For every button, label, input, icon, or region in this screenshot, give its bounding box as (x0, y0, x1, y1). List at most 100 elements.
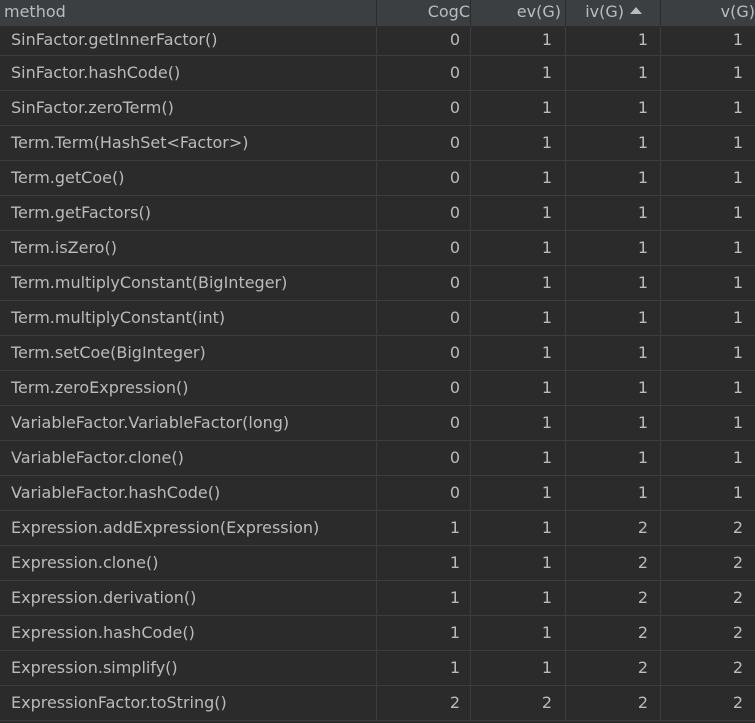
cell-v: 1 (732, 343, 743, 362)
cell-ev: 1 (471, 231, 566, 265)
column-header-v[interactable]: v(G) (661, 0, 755, 26)
cell-cogc: 1 (377, 546, 471, 580)
cell-method: Term.multiplyConstant(int) (0, 301, 377, 335)
cell-v: 2 (732, 588, 743, 607)
cell-v: 1 (732, 133, 743, 152)
cell-cogc: 0 (377, 266, 471, 300)
table-row[interactable]: Term.isZero() 0 1 1 1 (0, 231, 755, 266)
cell-method: Term.multiplyConstant(BigInteger) (0, 266, 377, 300)
table-row[interactable]: Expression.clone() 1 1 2 2 (0, 546, 755, 581)
cell-v: 2 (732, 518, 743, 537)
cell-ev: 1 (471, 406, 566, 440)
column-header-cogc[interactable]: CogC (377, 0, 471, 26)
cell-cogc: 0 (377, 371, 471, 405)
cell-method: Expression.simplify() (0, 651, 377, 685)
cell-iv: 2 (566, 581, 661, 615)
column-header-ev[interactable]: ev(G) (471, 0, 566, 26)
cell-ev: 1 (471, 336, 566, 370)
cell-ev: 1 (471, 651, 566, 685)
cell-ev: 1 (471, 371, 566, 405)
cell-method: Term.setCoe(BigInteger) (0, 336, 377, 370)
cell-method: ExpressionFactor.toString() (0, 686, 377, 720)
table-row[interactable]: VariableFactor.clone() 0 1 1 1 (0, 441, 755, 476)
cell-cogc: 0 (377, 406, 471, 440)
cell-iv: 2 (566, 616, 661, 650)
cell-v: 1 (732, 448, 743, 467)
cell-ev: 1 (471, 126, 566, 160)
table-row[interactable]: Expression.derivation() 1 1 2 2 (0, 581, 755, 616)
table-row[interactable]: VariableFactor.VariableFactor(long) 0 1 1 1 (0, 406, 755, 441)
table-row[interactable]: ExpressionFactor.toString() 2 2 2 2 (0, 686, 755, 721)
cell-v: 2 (732, 693, 743, 712)
cell-ev: 1 (471, 546, 566, 580)
table-row[interactable]: Expression.addExpression(Expression) 1 1 2 2 (0, 511, 755, 546)
cell-method: VariableFactor.clone() (0, 441, 377, 475)
cell-method: Expression.hashCode() (0, 616, 377, 650)
cell-method: Term.getCoe() (0, 161, 377, 195)
column-header-method[interactable]: method (0, 0, 377, 26)
cell-method: VariableFactor.VariableFactor(long) (0, 406, 377, 440)
cell-iv: 1 (566, 91, 661, 125)
cell-method: Expression.derivation() (0, 581, 377, 615)
cell-cogc: 1 (377, 651, 471, 685)
cell-v: 1 (732, 238, 743, 257)
cell-v: 2 (732, 658, 743, 677)
table-row[interactable]: VariableFactor.hashCode() 0 1 1 1 (0, 476, 755, 511)
cell-v: 1 (732, 63, 743, 82)
table-row[interactable]: Term.getCoe() 0 1 1 1 (0, 161, 755, 196)
cell-method: Term.Term(HashSet<Factor>) (0, 126, 377, 160)
table-row[interactable]: Term.Term(HashSet<Factor>) 0 1 1 1 (0, 126, 755, 161)
cell-v: 1 (732, 378, 743, 397)
cell-cogc: 1 (377, 511, 471, 545)
cell-v: 2 (732, 553, 743, 572)
table-row[interactable]: Term.getFactors() 0 1 1 1 (0, 196, 755, 231)
cell-iv: 1 (566, 161, 661, 195)
table-row[interactable]: SinFactor.hashCode() 0 1 1 1 (0, 56, 755, 91)
column-header-label: method (4, 2, 66, 21)
cell-v: 1 (732, 413, 743, 432)
table-row[interactable]: Term.multiplyConstant(BigInteger) 0 1 1 1 (0, 266, 755, 301)
cell-iv: 1 (566, 266, 661, 300)
cell-cogc: 1 (377, 616, 471, 650)
cell-cogc: 0 (377, 441, 471, 475)
sort-ascending-icon[interactable] (630, 7, 642, 14)
cell-ev: 1 (471, 161, 566, 195)
cell-iv: 2 (566, 511, 661, 545)
cell-ev: 1 (471, 476, 566, 510)
cell-ev: 1 (471, 301, 566, 335)
table-header: method CogC ev(G) iv(G) v(G) (0, 0, 755, 27)
cell-cogc: 0 (377, 161, 471, 195)
column-header-iv[interactable]: iv(G) (566, 0, 661, 26)
table-row[interactable]: Term.setCoe(BigInteger) 0 1 1 1 (0, 336, 755, 371)
cell-cogc: 0 (377, 476, 471, 510)
table-row[interactable]: SinFactor.getInnerFactor() 0 1 1 1 (0, 27, 755, 56)
metrics-table: method CogC ev(G) iv(G) v(G) SinFactor.g… (0, 0, 755, 723)
cell-iv: 2 (566, 686, 661, 720)
table-row[interactable]: Term.multiplyConstant(int) 0 1 1 1 (0, 301, 755, 336)
cell-v: 1 (732, 98, 743, 117)
cell-ev: 1 (471, 91, 566, 125)
cell-iv: 1 (566, 406, 661, 440)
table-row[interactable]: Expression.hashCode() 1 1 2 2 (0, 616, 755, 651)
cell-iv: 1 (566, 336, 661, 370)
cell-v: 1 (732, 30, 743, 49)
table-row[interactable]: Expression.simplify() 1 1 2 2 (0, 651, 755, 686)
cell-cogc: 0 (377, 336, 471, 370)
cell-cogc: 0 (377, 56, 471, 90)
column-header-label: CogC (427, 2, 470, 21)
table-row[interactable]: Term.zeroExpression() 0 1 1 1 (0, 371, 755, 406)
cell-iv: 2 (566, 651, 661, 685)
cell-cogc: 0 (377, 301, 471, 335)
cell-iv: 1 (566, 126, 661, 160)
cell-ev: 1 (471, 27, 566, 55)
table-row[interactable]: SinFactor.zeroTerm() 0 1 1 1 (0, 91, 755, 126)
cell-iv: 1 (566, 27, 661, 55)
cell-cogc: 0 (377, 126, 471, 160)
cell-iv: 2 (566, 546, 661, 580)
cell-cogc: 0 (377, 27, 471, 55)
cell-iv: 1 (566, 56, 661, 90)
cell-method: SinFactor.zeroTerm() (0, 91, 377, 125)
cell-iv: 1 (566, 476, 661, 510)
cell-iv: 1 (566, 441, 661, 475)
cell-cogc: 0 (377, 91, 471, 125)
